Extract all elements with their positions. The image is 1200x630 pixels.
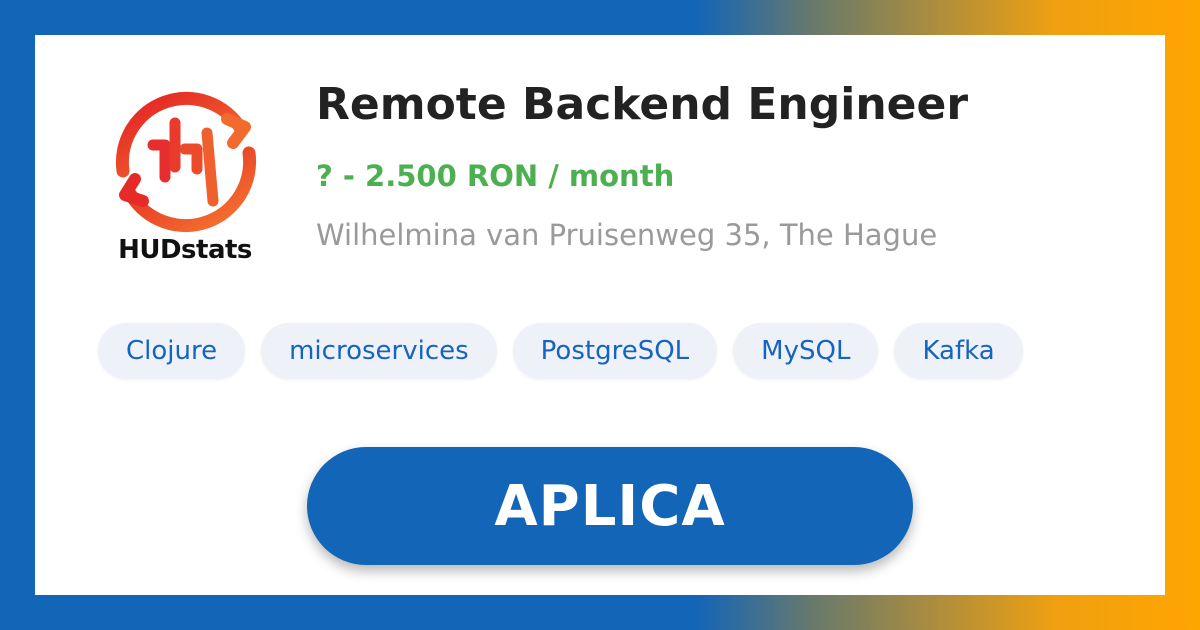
job-title: Remote Backend Engineer xyxy=(316,79,969,130)
apply-button[interactable]: APLICA xyxy=(307,447,913,565)
tag-mysql: MySQL xyxy=(733,323,879,379)
skill-tags: Clojure microservices PostgreSQL MySQL K… xyxy=(98,323,1023,379)
job-address: Wilhelmina van Pruisenweg 35, The Hague xyxy=(316,218,938,252)
tag-kafka: Kafka xyxy=(894,323,1023,379)
tag-clojure: Clojure xyxy=(98,323,246,379)
tag-postgresql: PostgreSQL xyxy=(512,323,718,379)
tag-microservices: microservices xyxy=(261,323,497,379)
company-name: HUDstats xyxy=(118,235,252,265)
salary-range: ? - 2.500 RON / month xyxy=(316,159,675,193)
job-card: HUDstats Remote Backend Engineer ? - 2.5… xyxy=(35,35,1165,595)
company-logo: HUDstats xyxy=(105,83,265,313)
hudstats-logo-icon xyxy=(115,91,257,233)
